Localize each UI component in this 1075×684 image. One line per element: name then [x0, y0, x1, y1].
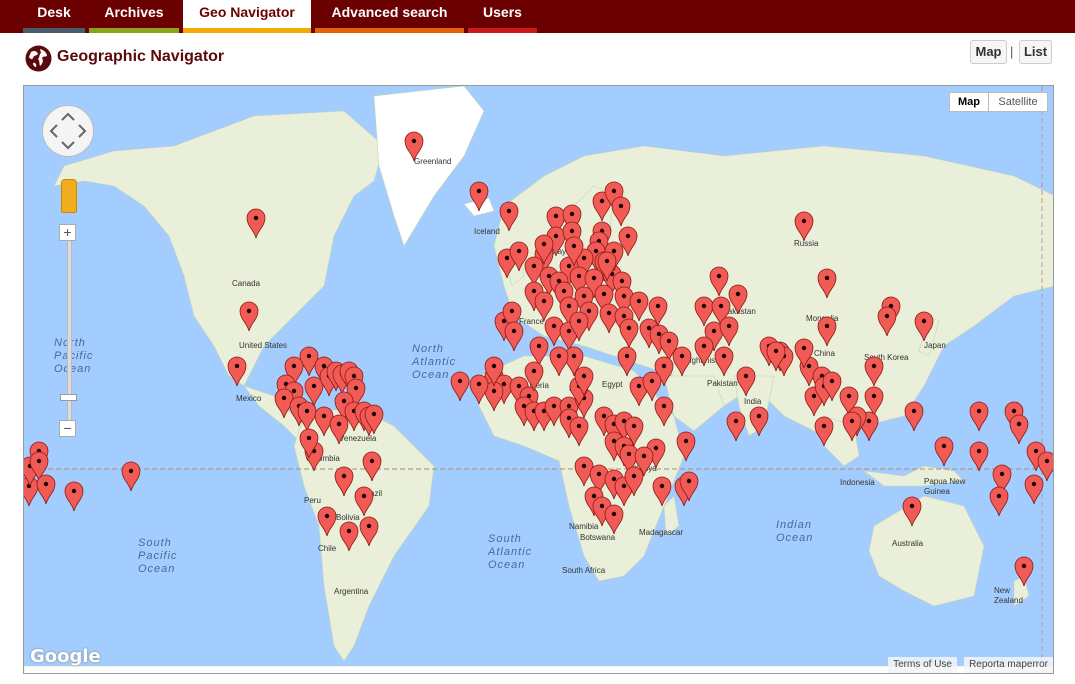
tab-label: Desk — [37, 4, 71, 20]
zoom-slider-handle[interactable] — [60, 394, 77, 401]
map-label-south-africa: South Africa — [562, 566, 606, 575]
map-label-south-pacific: South Pacific Ocean — [138, 537, 177, 575]
map-label-namibia: Namibia — [569, 522, 599, 531]
tab-color-bar — [23, 28, 85, 33]
tab-advanced-search[interactable]: Advanced search — [315, 0, 464, 33]
map-label-india: India — [744, 397, 762, 406]
zoom-out-button[interactable]: − — [59, 420, 76, 437]
map-label-chile: Chile — [318, 544, 337, 553]
tab-users[interactable]: Users — [468, 0, 537, 33]
map-label-pakistan: Pakistan — [707, 379, 738, 388]
map-label-argentina: Argentina — [334, 587, 369, 596]
world-map[interactable]: Greenland Iceland Russia Canada United State… — [23, 85, 1054, 674]
map-label-australia: Australia — [892, 539, 924, 548]
map-label-indonesia: Indonesia — [840, 478, 875, 487]
map-label-china: China — [814, 349, 835, 358]
map-label-japan: Japan — [924, 341, 946, 350]
street-view-pegman-icon[interactable] — [61, 179, 77, 213]
zoom-in-button[interactable]: + — [59, 224, 76, 241]
tab-color-bar — [315, 28, 464, 33]
map-label-botswana: Botswana — [580, 533, 616, 542]
globe-icon — [25, 45, 52, 72]
map-label-greenland: Greenland — [414, 157, 451, 166]
top-navigation-bar: Desk Archives Geo Navigator Advanced sea… — [0, 0, 1075, 33]
tab-label: Users — [483, 4, 522, 20]
map-label-venezuela: Venezuela — [339, 434, 377, 443]
list-view-button[interactable]: List — [1019, 40, 1052, 64]
map-label-madagascar: Madagascar — [639, 528, 683, 537]
map-view-button[interactable]: Map — [970, 40, 1007, 64]
map-label-russia: Russia — [794, 239, 819, 248]
map-label-united-states: United States — [239, 341, 287, 350]
map-label-iceland: Iceland — [474, 227, 500, 236]
terms-of-use-link[interactable]: Terms of Use — [888, 657, 957, 673]
google-logo: Google — [30, 646, 101, 667]
tab-color-bar — [468, 28, 537, 33]
map-label-canada: Canada — [232, 279, 261, 288]
tab-desk[interactable]: Desk — [23, 0, 85, 33]
tab-label: Geo Navigator — [199, 4, 295, 20]
tab-geo-navigator[interactable]: Geo Navigator — [183, 0, 311, 33]
pan-arrows-icon — [49, 112, 87, 150]
tab-color-bar — [183, 28, 311, 33]
map-label-mexico: Mexico — [236, 394, 262, 403]
page-title: Geographic Navigator — [57, 48, 225, 65]
map-type-satellite-button[interactable]: Satellite — [988, 92, 1048, 112]
map-label-bolivia: Bolivia — [336, 513, 360, 522]
tab-color-bar — [89, 28, 179, 33]
map-label-peru: Peru — [304, 496, 321, 505]
pan-control-icon[interactable] — [42, 105, 94, 157]
tab-label: Advanced search — [331, 4, 448, 20]
map-label-indian: Indian Ocean — [776, 519, 813, 544]
map-type-map-button[interactable]: Map — [949, 92, 989, 112]
map-label-egypt: Egypt — [602, 380, 623, 389]
map-canvas[interactable]: Greenland Iceland Russia Canada United State… — [24, 86, 1054, 674]
view-separator: | — [1010, 44, 1014, 59]
map-label-france: France — [519, 317, 544, 326]
tab-label: Archives — [104, 4, 164, 20]
report-map-error-link[interactable]: Reporta maperror — [964, 657, 1053, 673]
tab-archives[interactable]: Archives — [89, 0, 179, 33]
